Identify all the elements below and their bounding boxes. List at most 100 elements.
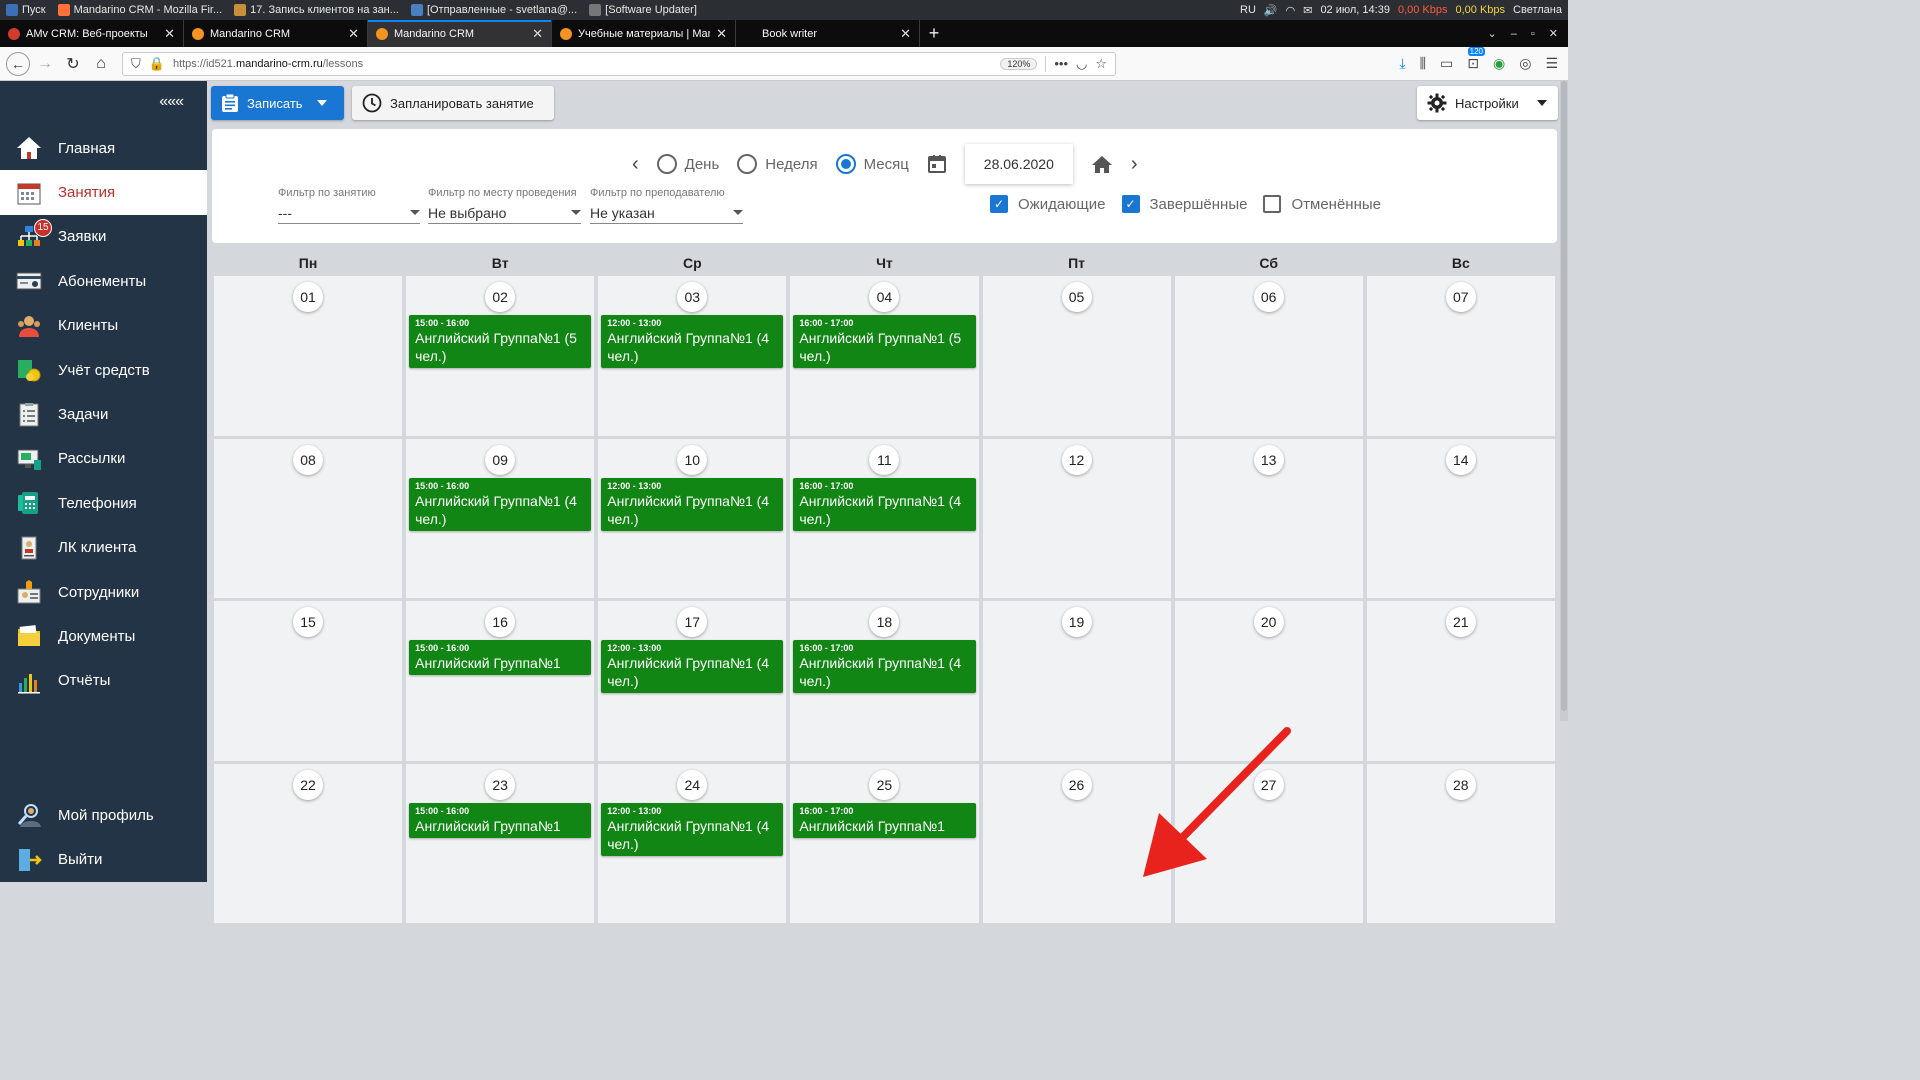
calendar-day-cell[interactable]: 26 (981, 762, 1172, 924)
day-number[interactable]: 28 (1445, 769, 1476, 800)
sidebar-toggle-icon[interactable]: ▭ (1440, 55, 1453, 72)
view-month-radio[interactable]: Месяц (835, 154, 909, 174)
calendar-day-cell[interactable]: 23 15:00 - 16:00 Английский Группа№1 (405, 762, 596, 924)
calendar-day-cell[interactable]: 20 (1173, 600, 1364, 762)
home-button[interactable]: ⌂ (88, 51, 114, 77)
day-number[interactable]: 19 (1061, 607, 1092, 637)
chevron-down-icon[interactable]: ⌄ (1488, 27, 1497, 40)
date-input[interactable]: 28.06.2020 (964, 144, 1073, 184)
lesson-event[interactable]: 12:00 - 13:00 Английский Группа№1 (4 чел.… (601, 640, 784, 693)
day-number[interactable]: 04 (869, 282, 900, 312)
calendar-day-cell[interactable]: 18 16:00 - 17:00 Английский Группа№1 (4 че… (789, 600, 980, 762)
calendar-day-cell[interactable]: 11 16:00 - 17:00 Английский Группа№1 (4 че… (789, 437, 980, 599)
place-filter[interactable]: Фильтр по месту проведения Не выбрано (428, 187, 581, 224)
schedule-lesson-button[interactable]: Запланировать занятие (352, 86, 554, 120)
sidebar-item[interactable]: ЛК клиента (0, 526, 207, 570)
sidebar-item[interactable]: Выйти (0, 838, 207, 882)
status-checkbox[interactable]: ✓ Ожидающие (990, 195, 1106, 213)
calendar-day-cell[interactable]: 25 16:00 - 17:00 Английский Группа№1 (789, 762, 980, 924)
day-number[interactable]: 06 (1253, 282, 1284, 312)
extension-icon[interactable]: ⊡ 120 (1467, 47, 1485, 72)
sidebar-item[interactable]: Главная (0, 126, 207, 170)
page-scrollbar[interactable] (1560, 81, 1568, 721)
calendar-day-cell[interactable]: 19 (981, 600, 1172, 762)
sidebar-item[interactable]: Рассылки (0, 437, 207, 481)
calendar-day-cell[interactable]: 22 (213, 762, 404, 924)
zoom-level[interactable]: 120% (1000, 57, 1038, 70)
browser-tab[interactable]: AMv CRM: Веб-проекты ✕ (0, 20, 184, 47)
addon-icon[interactable]: ◉ (1493, 55, 1505, 72)
browser-tab[interactable]: Book writer ✕ (736, 20, 920, 47)
calendar-day-cell[interactable]: 14 (1365, 437, 1556, 599)
day-number[interactable]: 18 (869, 607, 900, 637)
download-icon[interactable]: ⤓ (1399, 55, 1405, 72)
calendar-day-cell[interactable]: 17 12:00 - 13:00 Английский Группа№1 (4 че… (597, 600, 788, 762)
day-number[interactable]: 21 (1445, 607, 1476, 637)
day-number[interactable]: 25 (869, 769, 900, 800)
url-bar[interactable]: ⛉ 🔒 https://id521.mandarino-crm.ru/lesso… (122, 51, 1116, 76)
sidebar-item[interactable]: Сотрудники (0, 570, 207, 614)
sidebar-item[interactable]: Учёт средств (0, 348, 207, 392)
collapse-sidebar-button[interactable]: ««« (159, 93, 184, 111)
teacher-filter[interactable]: Фильтр по преподавателю Не указан (590, 187, 743, 224)
calendar-day-cell[interactable]: 01 (213, 275, 404, 437)
home-today-icon[interactable] (1091, 154, 1113, 174)
day-number[interactable]: 24 (677, 769, 708, 800)
lesson-event[interactable]: 12:00 - 13:00 Английский Группа№1 (4 чел.… (601, 315, 784, 368)
minimize-button[interactable]: – (1511, 28, 1517, 40)
calendar-picker-icon[interactable] (927, 154, 947, 174)
day-number[interactable]: 12 (1061, 444, 1092, 475)
sidebar-item[interactable]: Мой профиль (0, 793, 207, 837)
calendar-day-cell[interactable]: 10 12:00 - 13:00 Английский Группа№1 (4 че… (597, 437, 788, 599)
browser-tab[interactable]: Mandarino CRM ✕ (184, 20, 368, 47)
day-number[interactable]: 20 (1253, 607, 1284, 637)
calendar-day-cell[interactable]: 06 (1173, 275, 1364, 437)
calendar-day-cell[interactable]: 15 (213, 600, 404, 762)
status-checkbox[interactable]: Отменённые (1263, 195, 1381, 213)
calendar-day-cell[interactable]: 12 (981, 437, 1172, 599)
close-tab-icon[interactable]: ✕ (900, 26, 911, 42)
lesson-event[interactable]: 15:00 - 16:00 Английский Группа№1 (4 чел.… (409, 477, 592, 531)
day-number[interactable]: 15 (293, 607, 324, 637)
maximize-button[interactable]: ▫ (1531, 28, 1535, 40)
new-tab-button[interactable]: + (920, 20, 948, 47)
view-week-radio[interactable]: Неделя (737, 154, 818, 174)
calendar-day-cell[interactable]: 04 16:00 - 17:00 Английский Группа№1 (5 че… (789, 275, 980, 437)
calendar-day-cell[interactable]: 16 15:00 - 16:00 Английский Группа№1 (405, 600, 596, 762)
day-number[interactable]: 23 (485, 769, 516, 800)
day-number[interactable]: 14 (1445, 444, 1476, 475)
clock[interactable]: 02 июл, 14:39 (1320, 4, 1390, 16)
page-actions-icon[interactable]: ••• (1054, 56, 1068, 71)
browser-tab[interactable]: Учебные материалы | Manu ✕ (552, 20, 736, 47)
close-tab-icon[interactable]: ✕ (164, 26, 175, 42)
hamburger-menu-icon[interactable]: ☰ (1545, 55, 1558, 72)
account-icon[interactable]: ◎ (1519, 55, 1531, 72)
day-number[interactable]: 17 (677, 607, 708, 637)
calendar-day-cell[interactable]: 24 12:00 - 13:00 Английский Группа№1 (4 че… (597, 762, 788, 924)
lesson-event[interactable]: 16:00 - 17:00 Английский Группа№1 (4 чел.… (793, 640, 976, 693)
lesson-event[interactable]: 15:00 - 16:00 Английский Группа№1 (5 чел.… (409, 315, 592, 368)
browser-tab[interactable]: Mandarino CRM ✕ (368, 20, 552, 47)
sidebar-item[interactable]: Отчёты (0, 659, 207, 703)
day-number[interactable]: 01 (293, 282, 324, 312)
day-number[interactable]: 13 (1253, 444, 1284, 475)
day-number[interactable]: 05 (1061, 282, 1092, 312)
status-checkbox[interactable]: ✓ Завершённые (1121, 195, 1247, 213)
day-number[interactable]: 09 (485, 444, 516, 475)
scrollbar-thumb[interactable] (1561, 81, 1567, 711)
day-number[interactable]: 26 (1061, 769, 1092, 800)
lesson-event[interactable]: 16:00 - 17:00 Английский Группа№1 (5 чел.… (793, 315, 976, 368)
back-button[interactable]: ← (6, 51, 30, 76)
lesson-filter[interactable]: Фильтр по занятию --- (278, 187, 420, 224)
volume-icon[interactable]: 🔊 (1264, 4, 1278, 17)
day-number[interactable]: 03 (677, 282, 708, 312)
day-number[interactable]: 27 (1253, 769, 1284, 800)
sidebar-item[interactable]: Занятия (0, 170, 207, 215)
calendar-day-cell[interactable]: 07 (1365, 275, 1556, 437)
lesson-event[interactable]: 12:00 - 13:00 Английский Группа№1 (4 чел.… (601, 802, 784, 856)
day-number[interactable]: 22 (293, 769, 324, 800)
reload-button[interactable]: ↻ (60, 51, 86, 77)
calendar-day-cell[interactable]: 27 (1173, 762, 1364, 924)
forward-button[interactable]: → (32, 51, 58, 77)
view-day-radio[interactable]: День (656, 154, 719, 174)
